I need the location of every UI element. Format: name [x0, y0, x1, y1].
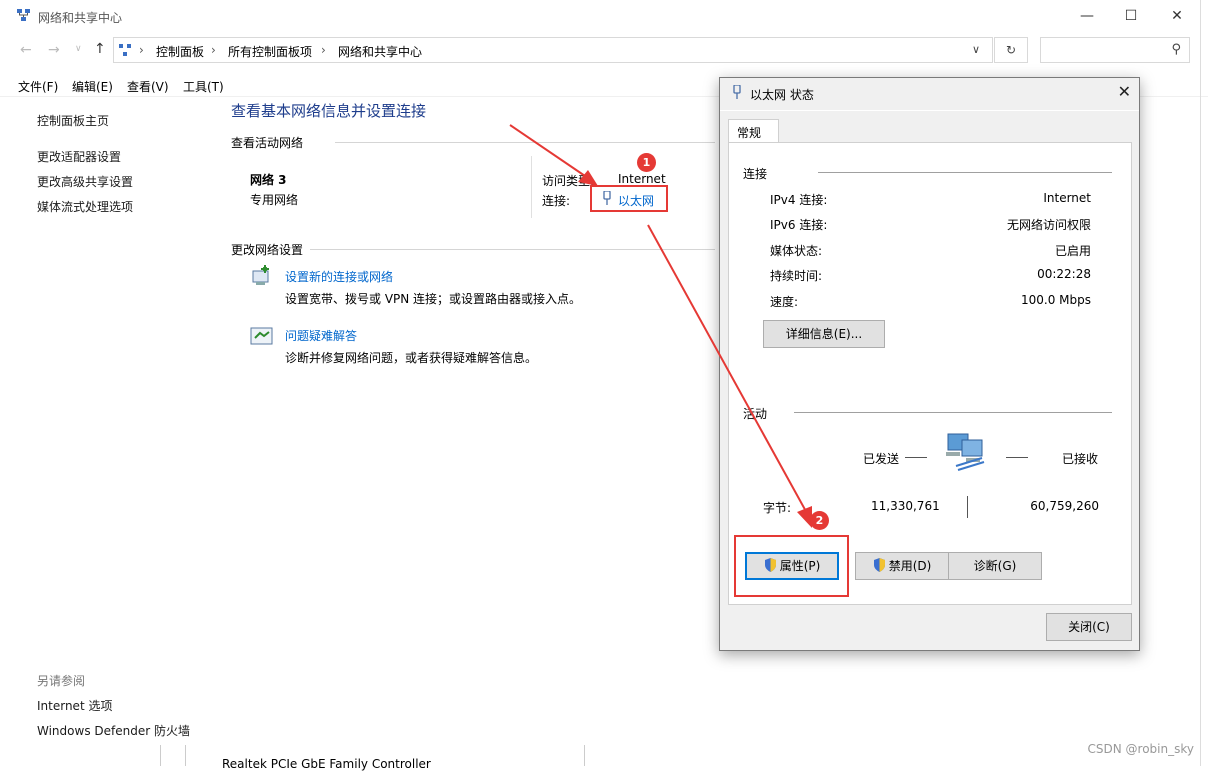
duration-value: 00:22:28 — [1037, 267, 1091, 281]
forward-arrow-icon[interactable]: → — [48, 42, 60, 58]
troubleshoot-link[interactable]: 问题疑难解答 — [285, 327, 357, 344]
adapter-list-partial: Realtek PCIe GbE Family Controller — [185, 745, 585, 766]
details-button[interactable]: 详细信息(E)... — [763, 320, 885, 348]
divider — [531, 156, 532, 218]
sidebar-internet-options[interactable]: Internet 选项 — [37, 697, 112, 714]
setup-new-connection-desc: 设置宽带、拨号或 VPN 连接；或设置路由器或接入点。 — [285, 290, 581, 307]
divider — [310, 249, 715, 250]
network-name: 网络 3 — [250, 171, 287, 188]
address-dropdown-icon[interactable]: ∨ — [972, 43, 980, 56]
breadcrumb-separator: › — [321, 43, 326, 57]
refresh-icon: ↻ — [1006, 43, 1016, 57]
uac-shield-icon — [873, 558, 886, 572]
media-state-label: 媒体状态: — [770, 242, 822, 259]
menu-edit[interactable]: 编辑(E) — [72, 78, 113, 95]
address-bar[interactable]: › 控制面板 › 所有控制面板项 › 网络和共享中心 ∨ — [113, 37, 993, 63]
received-label: 已接收 — [1062, 450, 1098, 467]
menu-tools[interactable]: 工具(T) — [183, 78, 224, 95]
troubleshoot-icon — [250, 325, 274, 349]
setup-new-connection-link[interactable]: 设置新的连接或网络 — [285, 268, 393, 285]
recent-locations-icon[interactable]: ∨ — [75, 44, 82, 54]
ethernet-icon — [732, 85, 742, 100]
sidebar-media-streaming[interactable]: 媒体流式处理选项 — [37, 198, 133, 215]
divider — [905, 457, 927, 458]
network-type: 专用网络 — [250, 191, 298, 208]
highlight-ethernet-link — [590, 185, 668, 212]
speed-label: 速度: — [770, 293, 798, 310]
divider — [967, 496, 968, 518]
sent-label: 已发送 — [863, 450, 899, 467]
step-badge-2: 2 — [810, 511, 829, 530]
bytes-label: 字节: — [763, 499, 791, 516]
divider — [794, 412, 1112, 413]
close-dialog-button[interactable]: 关闭(C) — [1046, 613, 1132, 641]
menu-file[interactable]: 文件(F) — [18, 78, 58, 95]
breadcrumb-control-panel[interactable]: 控制面板 — [156, 43, 204, 60]
new-connection-icon — [250, 265, 274, 289]
up-arrow-icon[interactable]: ↑ — [94, 41, 106, 57]
page-title: 查看基本网络信息并设置连接 — [231, 100, 426, 121]
connection-label: 连接: — [542, 192, 570, 209]
watermark: CSDN @robin_sky — [1088, 742, 1194, 756]
back-arrow-icon[interactable]: ← — [20, 42, 32, 58]
search-input[interactable]: ⚲ — [1040, 37, 1190, 63]
sidebar-defender-firewall[interactable]: Windows Defender 防火墙 — [37, 722, 190, 739]
breadcrumb-separator: › — [139, 43, 144, 57]
highlight-properties-button — [734, 535, 849, 597]
media-state-value: 已启用 — [1055, 242, 1091, 259]
ipv6-label: IPv6 连接: — [770, 216, 827, 233]
divider — [160, 745, 161, 766]
minimize-button[interactable]: — — [1064, 0, 1110, 32]
breadcrumb-network-center[interactable]: 网络和共享中心 — [338, 43, 422, 60]
dialog-title: 以太网 状态 — [750, 86, 814, 103]
maximize-button[interactable]: ☐ — [1108, 0, 1154, 32]
divider — [335, 142, 715, 143]
speed-value: 100.0 Mbps — [1021, 293, 1091, 307]
active-networks-title: 查看活动网络 — [231, 134, 303, 151]
disable-button[interactable]: 禁用(D) — [855, 552, 949, 580]
network-activity-icon — [942, 430, 994, 476]
refresh-button[interactable]: ↻ — [994, 37, 1028, 63]
title-bar: 网络和共享中心 — ☐ ✕ — [0, 0, 1208, 32]
adapter-name: Realtek PCIe GbE Family Controller — [222, 757, 431, 771]
ipv4-value: Internet — [1043, 191, 1091, 205]
tab-general[interactable]: 常规 — [728, 119, 779, 143]
window-title: 网络和共享中心 — [38, 9, 122, 26]
network-app-icon — [16, 8, 31, 23]
dialog-close-icon[interactable]: ✕ — [1118, 82, 1131, 101]
troubleshoot-desc: 诊断并修复网络问题，或者获得疑难解答信息。 — [285, 349, 537, 366]
disable-label: 禁用(D) — [889, 559, 932, 573]
window-border — [1200, 0, 1201, 766]
access-type-value: Internet — [618, 172, 666, 186]
activity-group-title: 活动 — [743, 405, 767, 422]
close-window-button[interactable]: ✕ — [1154, 0, 1200, 32]
breadcrumb-separator: › — [211, 43, 216, 57]
search-icon: ⚲ — [1171, 42, 1181, 57]
ipv6-value: 无网络访问权限 — [1007, 216, 1091, 233]
divider — [818, 172, 1112, 173]
breadcrumb-all-items[interactable]: 所有控制面板项 — [228, 43, 312, 60]
divider — [1006, 457, 1028, 458]
change-settings-title: 更改网络设置 — [231, 241, 303, 258]
connection-group-title: 连接 — [743, 165, 767, 182]
divider — [720, 110, 1139, 111]
duration-label: 持续时间: — [770, 267, 822, 284]
bytes-received-value: 60,759,260 — [1030, 499, 1099, 513]
diagnose-button[interactable]: 诊断(G) — [948, 552, 1042, 580]
sidebar-change-advanced-sharing[interactable]: 更改高级共享设置 — [37, 173, 133, 190]
menu-view[interactable]: 查看(V) — [127, 78, 169, 95]
network-location-icon — [118, 43, 132, 57]
bytes-sent-value: 11,330,761 — [871, 499, 940, 513]
sidebar-change-adapter-settings[interactable]: 更改适配器设置 — [37, 148, 121, 165]
sidebar-control-panel-home[interactable]: 控制面板主页 — [37, 112, 109, 129]
step-badge-1: 1 — [637, 153, 656, 172]
access-type-label: 访问类型: — [542, 172, 594, 189]
ipv4-label: IPv4 连接: — [770, 191, 827, 208]
see-also-title: 另请参阅 — [37, 672, 85, 689]
